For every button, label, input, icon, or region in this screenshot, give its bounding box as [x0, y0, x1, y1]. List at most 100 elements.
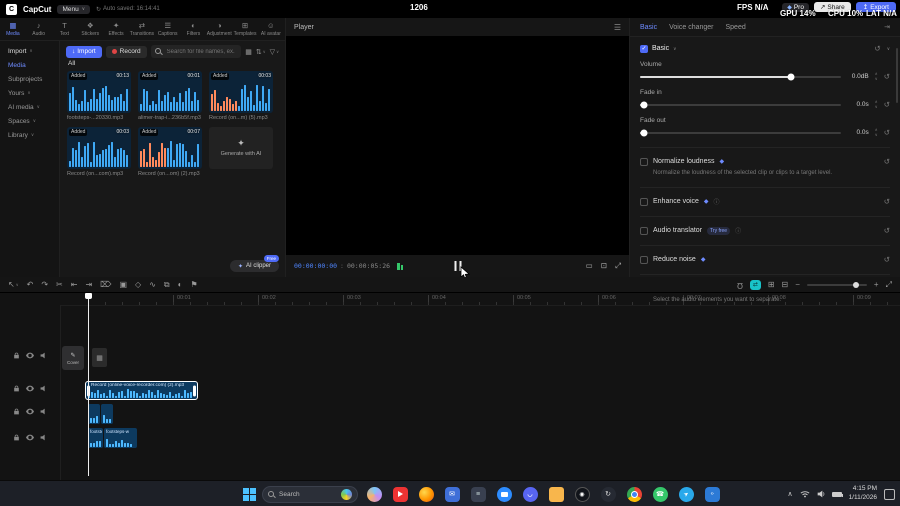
wifi-icon[interactable] [800, 490, 810, 498]
clock[interactable]: 4:15 PM 1/11/2026 [849, 485, 877, 503]
freeze-frame-button[interactable]: ▣ [119, 280, 127, 289]
media-item[interactable]: Added 00:13 footsteps-...20330.mp3 [67, 71, 131, 121]
tab-text[interactable]: T Text [52, 21, 78, 37]
audio-clip[interactable]: footsteps-w [104, 428, 137, 448]
timeline-zoom-slider[interactable] [806, 281, 867, 288]
media-item[interactable]: Added 00:07 Record (on...om) (2).mp3 [138, 127, 202, 177]
sidebar-item-import[interactable]: Import ∨ [0, 44, 59, 58]
sidebar-item-subprojects[interactable]: Subprojects [0, 72, 59, 86]
volume-icon[interactable] [817, 490, 825, 498]
mask-button[interactable]: ◐ [178, 280, 183, 289]
tab-audio[interactable]: ♪ Audio [26, 21, 52, 37]
playhead-handle[interactable] [85, 293, 92, 299]
tab-ai-avatar[interactable]: ☺ AI avatar [258, 21, 284, 37]
tab-stickers[interactable]: ❖ Stickers [77, 21, 103, 37]
reset-fade-out-icon[interactable]: ↺ [884, 128, 890, 137]
split-button[interactable]: ✂ [56, 280, 63, 289]
taskbar-app-telegram[interactable]: ➤ [675, 483, 697, 505]
taskbar-app-discord[interactable]: ◡ [520, 483, 540, 505]
filter-button[interactable]: ▽ ∨ [270, 48, 279, 56]
video-viewport[interactable] [286, 36, 629, 255]
start-button[interactable] [243, 487, 256, 501]
reset-noise-icon[interactable]: ↺ [884, 255, 890, 264]
audio-clip[interactable] [88, 404, 100, 424]
tab-basic[interactable]: Basic [640, 24, 657, 31]
taskbar-app-zoom[interactable] [494, 483, 514, 505]
fade-in-slider[interactable] [640, 101, 841, 108]
preview-snap-button[interactable]: ⊟ [782, 280, 789, 289]
copy-button[interactable]: ⧉ [164, 280, 170, 289]
zoom-in-button[interactable]: + [874, 280, 879, 289]
keyframe-button[interactable]: ◇ [135, 280, 141, 289]
tab-speed[interactable]: Speed [726, 24, 746, 31]
taskbar-app-firefox[interactable] [416, 483, 436, 505]
chevron-down-icon[interactable]: ∨ [673, 46, 676, 52]
generate-with-ai-tile[interactable]: ✦ Generate with AI [209, 127, 273, 169]
reset-fade-in-icon[interactable]: ↺ [884, 100, 890, 109]
select-tool-button[interactable]: ↖ ∨ [8, 280, 19, 289]
collapse-section-icon[interactable]: ∨ [887, 46, 890, 52]
sidebar-item-ai-media[interactable]: AI media ∨ [0, 100, 59, 114]
trim-handle-right[interactable] [193, 385, 196, 396]
volume-value[interactable]: 0.0dB [847, 73, 869, 80]
battery-icon[interactable] [831, 491, 844, 497]
fade-out-value[interactable]: 0.0s [847, 129, 868, 136]
tab-captions[interactable]: ☰ Captions [155, 21, 181, 37]
audio-translator-checkbox[interactable] [640, 226, 648, 235]
taskbar-app-chrome[interactable] [624, 483, 644, 505]
taskbar-app-mail[interactable]: ✉ [442, 483, 462, 505]
sidebar-item-yours[interactable]: Yours ∨ [0, 86, 59, 100]
reset-enhance-icon[interactable]: ↺ [884, 197, 890, 206]
taskbar-app-obs[interactable]: ◉ [572, 483, 592, 505]
import-button[interactable]: ↓ Import [66, 45, 102, 58]
redo-button[interactable]: ↷ [41, 280, 48, 289]
ratio-icon[interactable]: ▭ [586, 261, 593, 271]
fade-in-value[interactable]: 0.0s [847, 101, 868, 108]
reset-normalize-icon[interactable]: ↺ [884, 157, 890, 166]
quality-icon[interactable]: ⊡ [601, 261, 607, 271]
taskbar-app-calculator[interactable]: ≡ [468, 483, 488, 505]
basic-section-checkbox[interactable]: ✓ [640, 44, 648, 53]
reduce-noise-checkbox[interactable] [640, 255, 648, 264]
inspector-scrollbar[interactable] [896, 48, 898, 103]
grid-view-button[interactable]: ▦ [245, 48, 252, 56]
cover-button[interactable]: ✎ Cover [62, 346, 84, 370]
taskbar-app-folder[interactable] [546, 483, 566, 505]
ai-clipper-button[interactable]: Free ✦ AI clipper [229, 255, 279, 272]
tab-adjustment[interactable]: ◑ Adjustment [206, 21, 232, 37]
volume-slider[interactable] [640, 73, 841, 80]
sidebar-item-spaces[interactable]: Spaces ∨ [0, 114, 59, 128]
tab-templates[interactable]: ⊞ Templates [232, 21, 258, 37]
tab-voice-changer[interactable]: Voice changer [669, 24, 713, 31]
player-menu-icon[interactable]: ☰ [614, 23, 621, 32]
link-button[interactable]: ⊞ [768, 280, 775, 289]
reset-translator-icon[interactable]: ↺ [884, 226, 890, 235]
media-item[interactable]: Added 00:03 Record (on...com).mp3 [67, 127, 131, 177]
timeline-tracks[interactable]: ✎ Cover ▦ Record (online-voice-recorder.… [0, 305, 900, 480]
taskbar-app-sync[interactable]: ↻ [598, 483, 618, 505]
delete-button[interactable]: ⌦ [100, 280, 111, 289]
notification-center-icon[interactable] [884, 488, 895, 500]
auto-ripple-toggle[interactable]: ⇄ [749, 279, 761, 290]
sidebar-item-library[interactable]: Library ∨ [0, 128, 59, 142]
tab-filters[interactable]: ◐ Filters [181, 21, 207, 37]
fit-timeline-button[interactable]: ⤢ [886, 280, 892, 289]
sort-button[interactable]: ⇅ ∨ [256, 48, 266, 56]
fade-out-slider[interactable] [640, 129, 841, 136]
record-button[interactable]: Record [105, 45, 147, 58]
audio-clip[interactable]: footste [88, 428, 103, 448]
taskbar-app-phone[interactable]: ☎ [650, 483, 670, 505]
filter-all-label[interactable]: All [68, 60, 75, 67]
step-down-icon[interactable]: ∨ [875, 77, 878, 81]
step-down-icon[interactable]: ∨ [875, 133, 878, 137]
media-search-input[interactable] [164, 47, 238, 56]
menu-button[interactable]: Menu ∨ [57, 4, 91, 14]
sidebar-item-media[interactable]: Media [0, 58, 59, 72]
reset-volume-icon[interactable]: ↺ [884, 72, 890, 81]
fullscreen-icon[interactable]: ⤢ [615, 261, 621, 271]
selected-audio-clip[interactable]: Record (online-voice-recorder.com) (2).m… [85, 381, 198, 400]
speed-curve-button[interactable]: ∿ [149, 280, 156, 289]
enhance-voice-checkbox[interactable] [640, 197, 648, 206]
trim-left-button[interactable]: ⇤ [71, 280, 78, 289]
normalize-loudness-checkbox[interactable] [640, 157, 648, 166]
